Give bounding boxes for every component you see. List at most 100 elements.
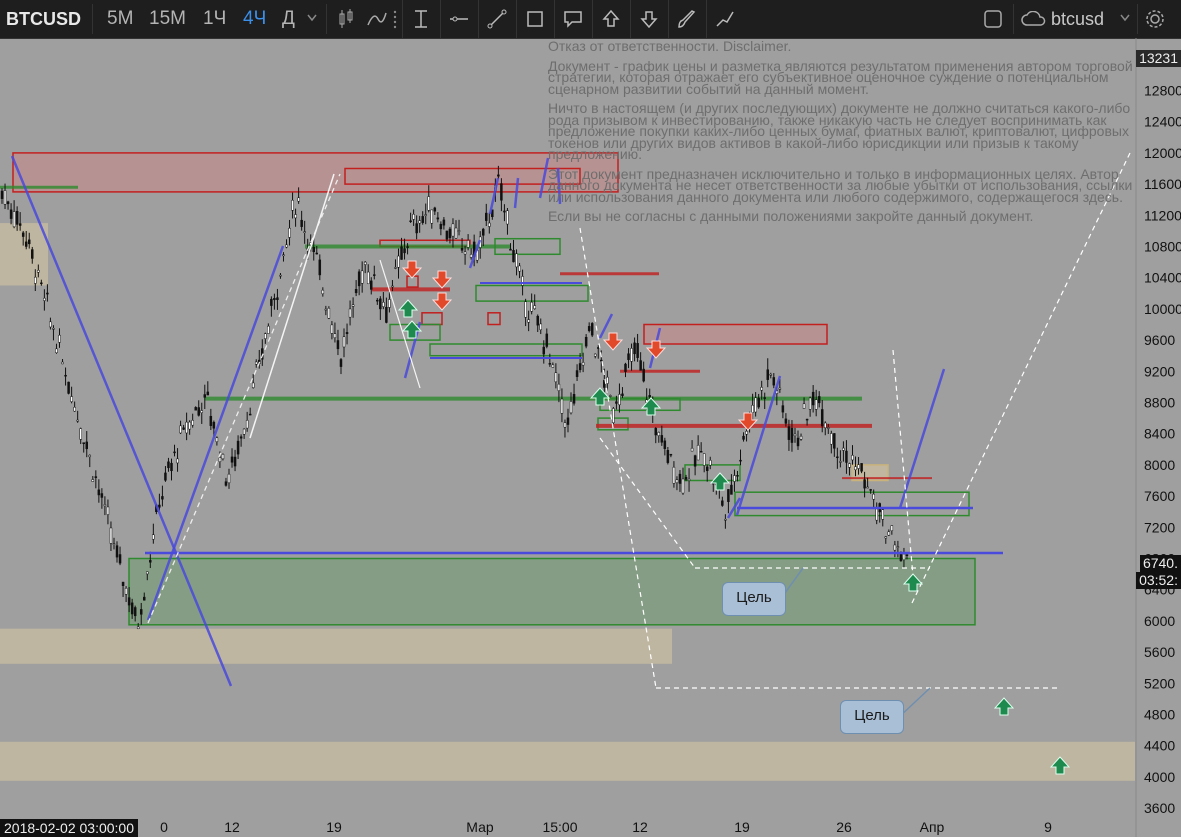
candle-body	[642, 368, 645, 382]
candle-body	[575, 370, 579, 377]
square-icon[interactable]	[983, 9, 1003, 29]
trend-line-icon[interactable]	[478, 0, 517, 38]
candle-body	[802, 403, 806, 409]
candle-body	[566, 417, 570, 425]
target-label[interactable]: Цель	[840, 700, 904, 734]
candle-body	[264, 333, 267, 339]
price-tick-label: 6000	[1144, 613, 1175, 629]
disclaimer-paragraph: Ничто в настоящем (и других последующих)…	[548, 100, 1131, 162]
candle-body	[133, 607, 137, 617]
candle-body	[342, 336, 346, 348]
arrow-down-icon[interactable]	[630, 0, 669, 38]
candle-body	[660, 435, 664, 443]
interval-15m[interactable]: 15M	[149, 0, 186, 38]
interval-4h[interactable]: 4Ч	[243, 0, 266, 38]
candle-body	[233, 456, 237, 467]
disclaimer-paragraph: Если вы не согласны с данными положениям…	[548, 208, 1034, 224]
candle-body	[488, 222, 491, 227]
candle-body	[860, 463, 863, 472]
crosshair-date-tag: 2018-02-02 03:00:00	[0, 819, 138, 837]
candle-body	[509, 248, 512, 251]
sell-arrow	[431, 292, 453, 311]
candle-body	[212, 421, 216, 429]
candle-body	[875, 508, 878, 521]
candle-body	[527, 319, 530, 323]
path-icon[interactable]	[706, 0, 744, 38]
candle-body	[866, 486, 869, 489]
candle-body	[820, 409, 824, 427]
candle-body	[67, 381, 70, 394]
drag-handle[interactable]	[388, 0, 403, 38]
candle-body	[3, 190, 7, 205]
candle-body	[379, 298, 382, 310]
candle-body	[754, 397, 757, 413]
level-box	[421, 312, 443, 326]
account-name[interactable]: btcusd	[1051, 0, 1104, 38]
time-tick-label: 12	[224, 819, 240, 835]
candle-body	[55, 348, 58, 353]
callout-icon[interactable]	[554, 0, 593, 38]
chevron-down-icon[interactable]	[307, 14, 317, 22]
time-tick-label: 19	[326, 819, 342, 835]
text-cursor-icon[interactable]	[402, 0, 441, 38]
resistance-zone	[643, 323, 828, 345]
candle-body	[811, 391, 815, 406]
gear-icon[interactable]	[1145, 9, 1165, 29]
buy-arrow	[397, 299, 419, 318]
candle-body	[851, 455, 854, 461]
time-tick-label: 12	[632, 819, 648, 835]
candle-body	[902, 553, 906, 561]
candle-body	[312, 246, 315, 253]
chevron-down-icon[interactable]	[1120, 14, 1130, 22]
arrow-up-icon[interactable]	[592, 0, 631, 38]
price-tick-label: 9600	[1144, 332, 1175, 348]
symbol-label[interactable]: BTCUSD	[6, 0, 81, 38]
candle-body	[497, 174, 500, 177]
candle-body	[333, 333, 337, 339]
candle-body	[854, 466, 857, 471]
candle-body	[221, 454, 225, 460]
candle-body	[842, 447, 845, 451]
interval-1d[interactable]: Д	[282, 0, 295, 38]
candle-body	[248, 413, 252, 416]
candle-body	[808, 397, 812, 410]
candles-icon[interactable]	[336, 9, 356, 29]
target-label[interactable]: Цель	[722, 582, 786, 616]
candle-body	[521, 276, 524, 286]
candle-body	[103, 504, 107, 507]
candle-body	[421, 216, 424, 223]
candle-body	[100, 493, 104, 498]
disclaimer-paragraph: Документ - график цены и разметка являют…	[548, 57, 1133, 97]
interval-1h[interactable]: 1Ч	[203, 0, 226, 38]
candle-body	[621, 393, 624, 396]
brush-icon[interactable]	[668, 0, 707, 38]
indicators-icon[interactable]	[366, 9, 388, 29]
candle-body	[445, 230, 449, 240]
price-tick-label: 10800	[1144, 239, 1181, 255]
candle-body	[357, 271, 361, 287]
horizontal-line-icon[interactable]	[440, 0, 479, 38]
price-tick-label: 12000	[1144, 145, 1181, 161]
candle-body	[427, 196, 431, 211]
time-tick-label: 26	[836, 819, 852, 835]
candle-body	[745, 431, 748, 435]
candle-body	[500, 183, 503, 201]
candle-body	[0, 190, 4, 199]
rectangle-icon[interactable]	[516, 0, 555, 38]
buy-arrow	[993, 697, 1015, 716]
candle-body	[606, 376, 609, 384]
candle-body	[31, 249, 34, 259]
candle-body	[796, 437, 800, 447]
cloud-icon[interactable]	[1021, 11, 1047, 27]
candle-body	[412, 214, 415, 220]
separator	[326, 4, 327, 34]
candle-body	[633, 342, 636, 355]
interval-5m[interactable]: 5M	[107, 0, 133, 38]
candle-body	[630, 348, 633, 362]
candle-body	[702, 453, 706, 466]
price-tick-label: 8800	[1144, 395, 1175, 411]
candle-body	[91, 479, 95, 482]
candle-body	[669, 453, 673, 456]
candle-body	[548, 363, 552, 365]
projection-line	[599, 437, 696, 569]
